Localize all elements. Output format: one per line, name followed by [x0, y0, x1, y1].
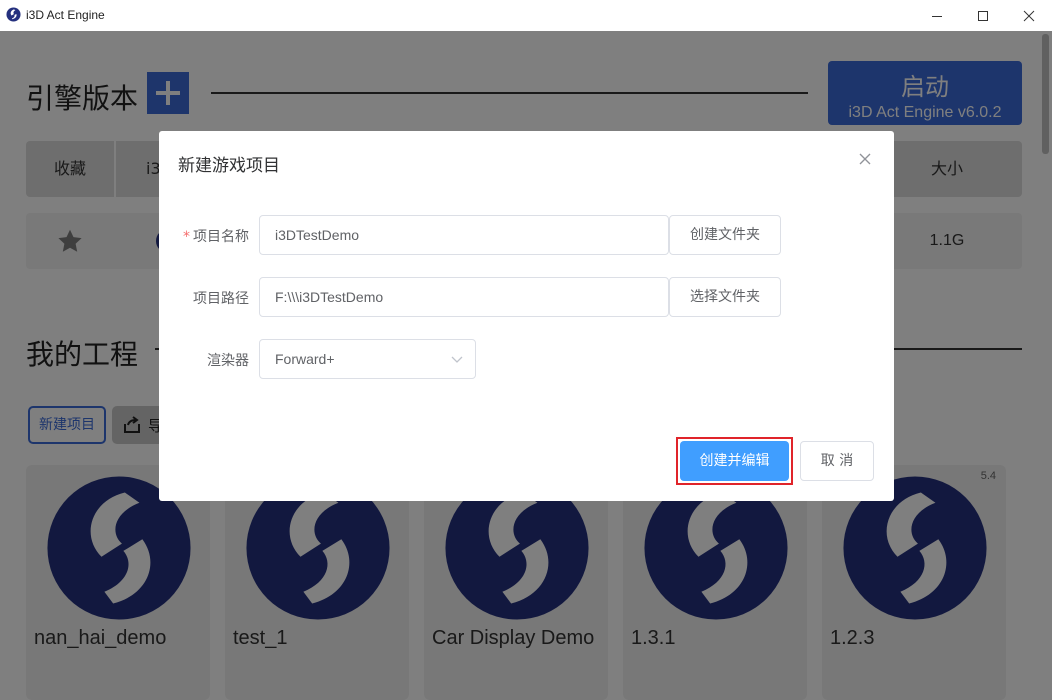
renderer-select-value: Forward+: [275, 351, 335, 367]
window-title: i3D Act Engine: [26, 8, 105, 22]
create-and-edit-button[interactable]: 创建并编辑: [680, 441, 789, 481]
renderer-select[interactable]: Forward+: [259, 339, 476, 379]
minimize-button[interactable]: [914, 0, 960, 31]
renderer-label: 渲染器: [207, 353, 249, 369]
project-path-input[interactable]: F:\\\i3DTestDemo: [259, 277, 669, 317]
title-bar: i3D Act Engine: [0, 0, 1052, 31]
dialog-title: 新建游戏项目: [178, 156, 280, 176]
project-name-label-text: 项目名称: [193, 229, 249, 245]
project-name-label: * 项目名称: [159, 226, 249, 246]
create-folder-button[interactable]: 创建文件夹: [669, 215, 781, 255]
close-window-button[interactable]: [1006, 0, 1052, 31]
chevron-down-icon: [451, 356, 463, 363]
maximize-icon: [978, 10, 988, 21]
dialog-close-icon[interactable]: [857, 151, 873, 167]
app-logo-icon: [6, 7, 21, 22]
close-icon: [1023, 10, 1035, 21]
new-project-dialog: 新建游戏项目 * 项目名称 i3DTestDemo 创建文件夹 项目路径 F:\\…: [159, 131, 894, 501]
cancel-button[interactable]: 取 消: [800, 441, 874, 481]
maximize-button[interactable]: [960, 0, 1006, 31]
minimize-icon: [932, 15, 942, 17]
project-path-label: 项目路径: [193, 291, 249, 307]
required-asterisk: *: [183, 229, 190, 245]
select-folder-button[interactable]: 选择文件夹: [669, 277, 781, 317]
project-name-input[interactable]: i3DTestDemo: [259, 215, 669, 255]
